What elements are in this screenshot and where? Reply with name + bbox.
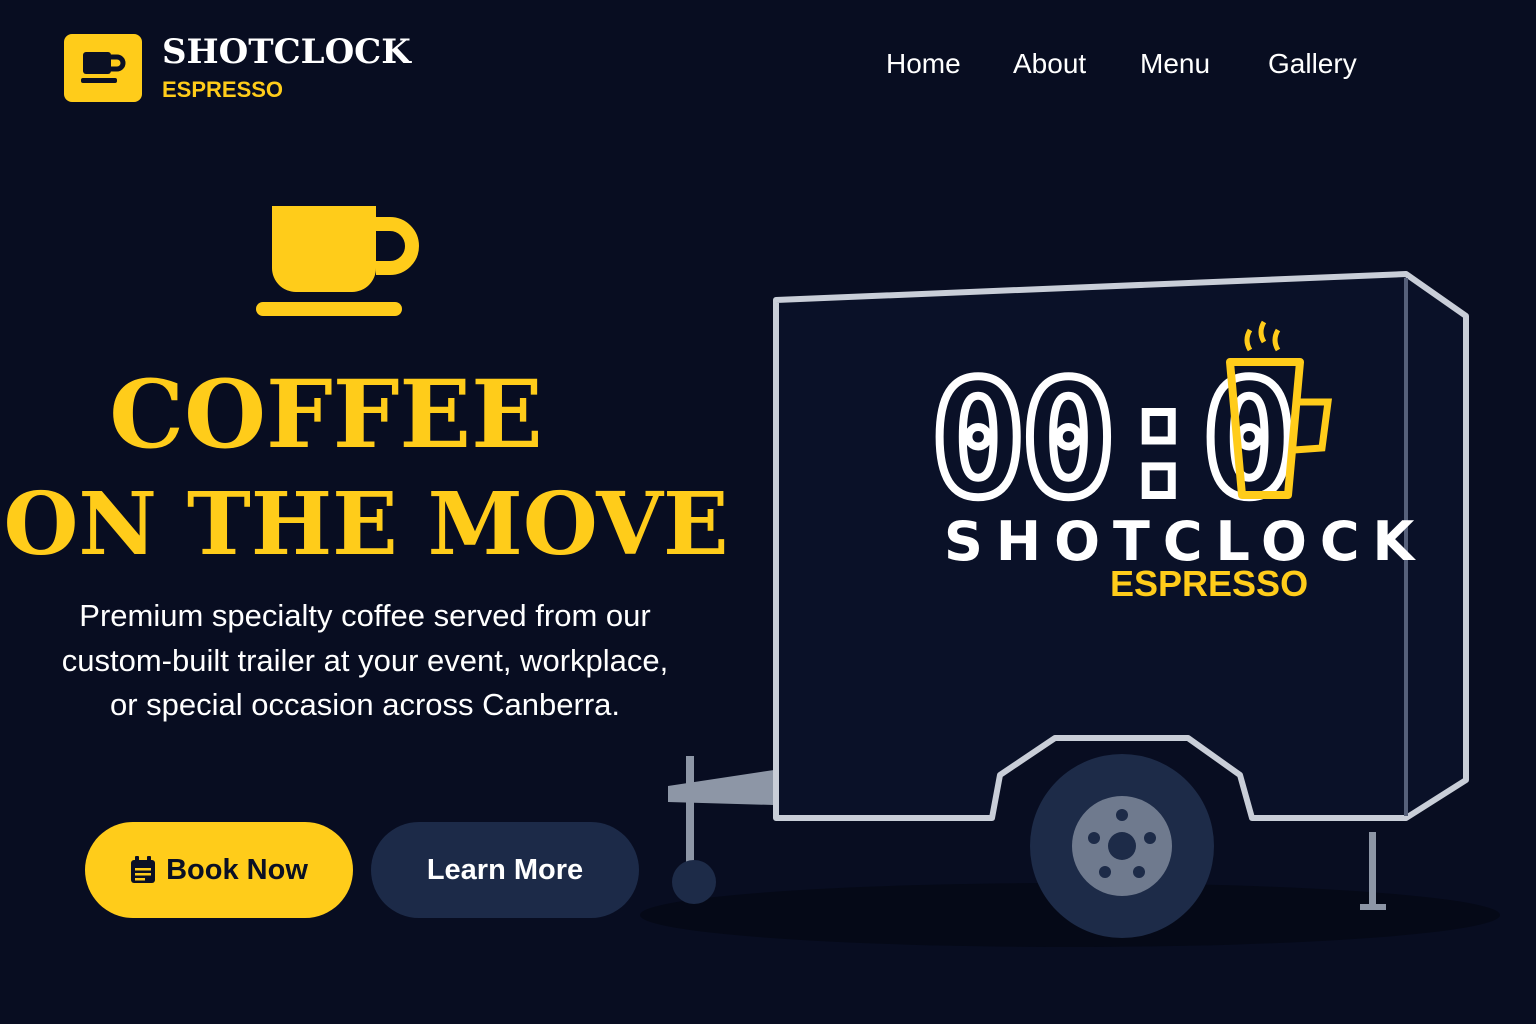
brand-subtitle: ESPRESSO <box>162 77 284 102</box>
nav-home[interactable]: Home <box>886 44 1013 84</box>
trailer-brand-subtitle: ESPRESSO <box>1110 563 1308 604</box>
headline-line-1: COFFEE <box>109 360 543 470</box>
coffee-cup-icon <box>256 206 419 316</box>
learn-more-label: Learn More <box>426 853 584 886</box>
nav-gallery[interactable]: Gallery <box>1268 44 1357 84</box>
nav-about[interactable]: About <box>1013 44 1140 84</box>
nav-menu[interactable]: Menu <box>1140 44 1268 84</box>
main-nav: Home About Menu Gallery <box>886 44 1357 84</box>
brand-logo[interactable]: SHOTCLOCK ESPRESSO <box>64 34 411 102</box>
book-now-label: Book Now <box>166 853 308 886</box>
calendar-icon <box>131 856 156 883</box>
brand-title: SHOTCLOCK <box>162 32 411 72</box>
coffee-trailer-illustration: 00:0 SHOTCLOCK ESPRESSO <box>640 271 1500 947</box>
learn-more-button[interactable]: Learn More <box>371 822 639 918</box>
hero-headline: COFFEE ON THE MOVE <box>0 360 732 580</box>
headline-line-2: ON THE MOVE <box>3 474 729 575</box>
coffee-cup-icon <box>64 34 142 102</box>
hero-description: Premium specialty coffee served from our… <box>61 598 669 722</box>
book-now-button[interactable]: Book Now <box>85 822 353 918</box>
